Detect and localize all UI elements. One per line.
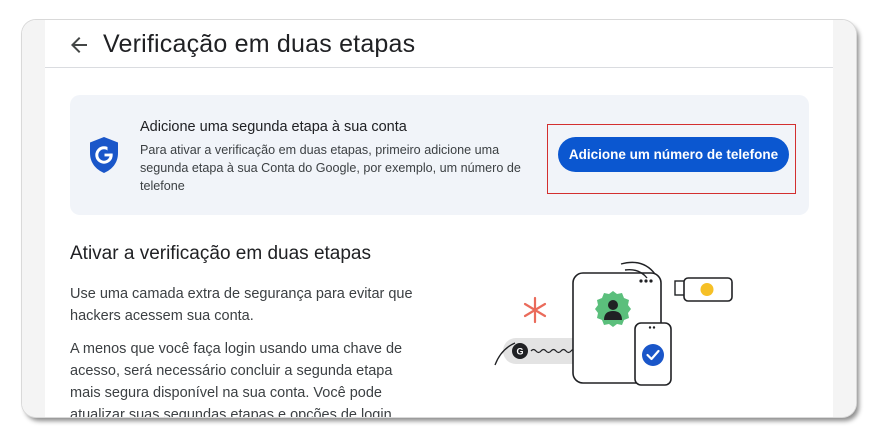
small-phone-illustration [634, 322, 672, 386]
page-header: Verificação em duas etapas [45, 20, 833, 68]
page-title: Verificação em duas etapas [103, 30, 416, 58]
security-key-illustration [674, 277, 733, 302]
section-title: Ativar a verificação em duas etapas [70, 243, 371, 264]
right-gutter [833, 20, 856, 417]
left-gutter [22, 20, 45, 417]
two-step-illustration: G [494, 261, 733, 386]
google-shield-icon [88, 136, 120, 174]
asterisk-icon [523, 296, 547, 324]
section-paragraph-2: A menos que você faça login usando uma c… [70, 341, 403, 417]
arrow-back-icon[interactable] [67, 33, 91, 57]
svg-text:G: G [516, 347, 523, 357]
add-phone-number-button[interactable]: Adicione um número de telefone [558, 137, 789, 172]
section-paragraph-1: Use uma camada extra de segurança para e… [70, 286, 413, 324]
add-second-step-card: Adicione uma segunda etapa à sua conta P… [70, 95, 809, 215]
main-content: Verificação em duas etapas Adicione uma … [45, 20, 833, 417]
browser-frame: Verificação em duas etapas Adicione uma … [22, 20, 856, 417]
card-description: Para ativar a verificação em duas etapas… [140, 143, 521, 193]
card-title: Adicione uma segunda etapa à sua conta [140, 119, 407, 135]
